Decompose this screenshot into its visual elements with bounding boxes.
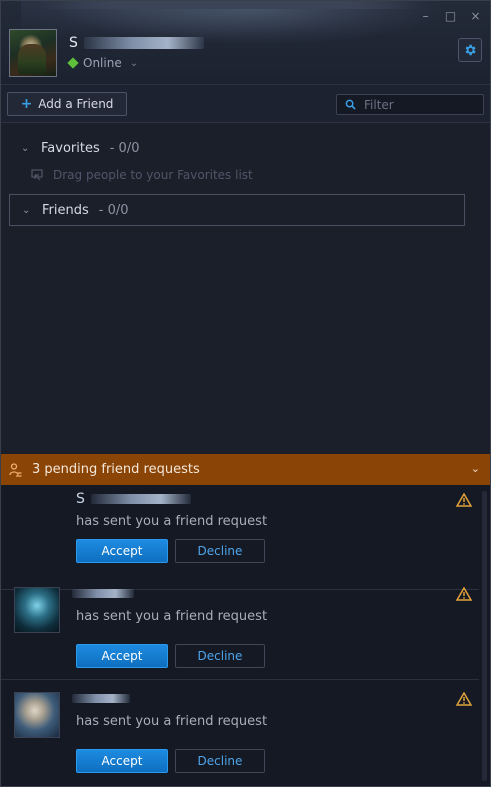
accept-button[interactable]: Accept bbox=[76, 644, 168, 668]
pending-requests-bar[interactable]: 3 pending friend requests ⌄ bbox=[1, 454, 490, 485]
friend-request-item: has sent you a friend request Accept Dec… bbox=[1, 575, 479, 680]
redacted-name bbox=[90, 494, 191, 504]
add-friend-label: Add a Friend bbox=[38, 97, 114, 111]
profile-header: – □ × S Online ⌄ bbox=[1, 1, 490, 85]
group-friends[interactable]: ⌄ Friends - 0/0 bbox=[9, 194, 465, 226]
group-favorites-count: - 0/0 bbox=[109, 140, 140, 156]
request-message: has sent you a friend request bbox=[76, 609, 268, 624]
profile-name-initial: S bbox=[69, 35, 78, 51]
filter-input[interactable] bbox=[364, 97, 474, 112]
window-controls: – □ × bbox=[419, 9, 482, 22]
status-label: Online bbox=[83, 56, 122, 70]
minimize-button[interactable]: – bbox=[419, 9, 432, 22]
request-message: has sent you a friend request bbox=[76, 714, 268, 729]
chevron-down-icon: ⌄ bbox=[470, 462, 480, 475]
maximize-button[interactable]: □ bbox=[444, 9, 457, 22]
chevron-down-icon: ⌄ bbox=[21, 142, 30, 154]
chevron-down-icon: ⌄ bbox=[22, 204, 31, 216]
close-button[interactable]: × bbox=[469, 9, 482, 22]
chevron-down-icon: ⌄ bbox=[129, 57, 139, 69]
group-friends-label: Friends bbox=[42, 202, 89, 218]
group-favorites-label: Favorites bbox=[41, 140, 100, 156]
plus-icon: + bbox=[20, 95, 33, 112]
profile-name: S bbox=[69, 35, 204, 51]
filter-field[interactable] bbox=[336, 94, 484, 115]
search-icon bbox=[345, 99, 356, 110]
decline-button[interactable]: Decline bbox=[175, 644, 265, 668]
request-sender-name bbox=[72, 694, 130, 703]
accept-button[interactable]: Accept bbox=[76, 539, 168, 563]
decline-button[interactable]: Decline bbox=[175, 539, 265, 563]
friends-window: – □ × S Online ⌄ + Add a Friend Filter ⌄… bbox=[0, 0, 491, 787]
redacted-name bbox=[83, 37, 204, 49]
warning-icon[interactable] bbox=[456, 692, 472, 706]
decline-button[interactable]: Decline bbox=[175, 749, 265, 773]
accept-button[interactable]: Accept bbox=[76, 749, 168, 773]
drag-hint-text: Drag people to your Favorites list bbox=[53, 168, 253, 182]
redacted-name bbox=[72, 694, 130, 703]
friend-requests-list: S has sent you a friend request Accept D… bbox=[1, 485, 490, 786]
group-friends-count: - 0/0 bbox=[98, 202, 129, 218]
favorites-drag-hint: Drag people to your Favorites list bbox=[31, 168, 253, 182]
add-friend-button[interactable]: + Add a Friend bbox=[7, 92, 127, 116]
friend-request-icon bbox=[9, 462, 22, 477]
request-sender-avatar[interactable] bbox=[14, 587, 60, 633]
status-selector[interactable]: Online ⌄ bbox=[67, 56, 139, 70]
request-sender-name: S bbox=[76, 491, 191, 507]
header-top-decoration bbox=[41, 1, 421, 9]
request-sender-name bbox=[72, 589, 134, 598]
settings-button[interactable] bbox=[458, 38, 482, 62]
request-sender-avatar[interactable] bbox=[14, 692, 60, 738]
redacted-name bbox=[72, 589, 134, 598]
warning-icon[interactable] bbox=[456, 587, 472, 601]
friend-request-item: has sent you a friend request Accept Dec… bbox=[1, 680, 479, 785]
group-favorites[interactable]: ⌄ Favorites - 0/0 bbox=[9, 132, 465, 164]
gear-icon bbox=[465, 44, 476, 56]
request-sender-initial: S bbox=[76, 491, 85, 507]
requests-scrollbar[interactable] bbox=[482, 491, 487, 781]
pending-requests-label: 3 pending friend requests bbox=[32, 462, 200, 477]
request-message: has sent you a friend request bbox=[76, 514, 268, 529]
online-status-icon bbox=[67, 57, 79, 69]
warning-icon[interactable] bbox=[456, 493, 472, 507]
friends-toolbar: + Add a Friend bbox=[1, 85, 490, 123]
friends-list: ⌄ Favorites - 0/0 Drag people to your Fa… bbox=[1, 124, 490, 454]
profile-avatar[interactable] bbox=[9, 29, 57, 77]
drag-icon bbox=[31, 169, 43, 181]
